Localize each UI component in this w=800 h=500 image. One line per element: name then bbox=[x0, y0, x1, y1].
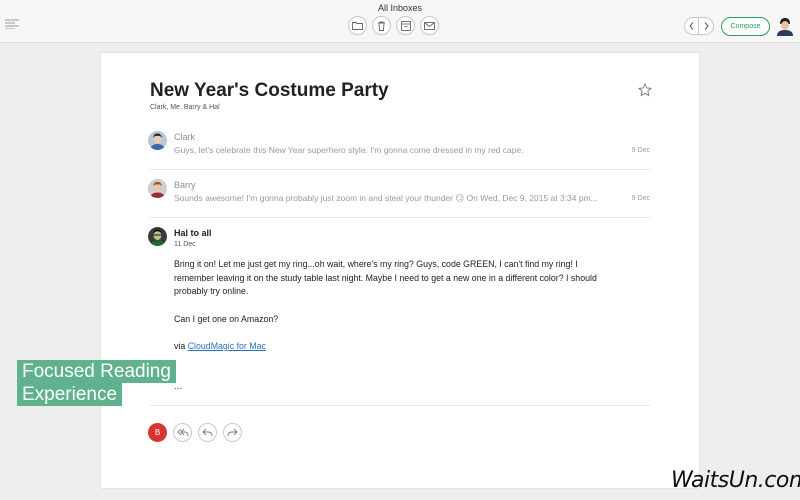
message-collapsed-barry[interactable]: Barry Sounds awesome! I'm gonna probably… bbox=[148, 179, 650, 218]
avatar bbox=[148, 227, 167, 246]
mark-unread-button[interactable] bbox=[420, 16, 439, 35]
delete-button[interactable] bbox=[372, 16, 391, 35]
email-subject: New Year's Costume Party bbox=[150, 80, 389, 101]
next-button[interactable] bbox=[699, 17, 714, 35]
message-preview: Sounds awesome! I'm gonna probably just … bbox=[174, 193, 598, 203]
move-to-folder-button[interactable] bbox=[348, 16, 367, 35]
reply-all-icon bbox=[176, 428, 188, 437]
archive-button[interactable] bbox=[396, 16, 415, 35]
message-date: 9 Dec bbox=[631, 147, 650, 154]
watermark: WaitsUn.com bbox=[671, 468, 800, 493]
reply-icon bbox=[202, 428, 213, 437]
folder-icon bbox=[352, 22, 363, 30]
trash-icon bbox=[378, 21, 385, 31]
archive-icon bbox=[400, 20, 411, 31]
message-expanded-hal: Hal to all 11 Dec Bring it on! Let me ju… bbox=[148, 227, 650, 407]
reply-actions: B bbox=[148, 423, 242, 442]
message-date: 9 Dec bbox=[631, 195, 650, 202]
forward-button[interactable] bbox=[223, 423, 242, 442]
message-collapsed-clark[interactable]: Clark Guys, let's celebrate this New Yea… bbox=[148, 131, 650, 170]
divider bbox=[150, 405, 650, 406]
participants: Clark, Me, Barry & Hal bbox=[150, 104, 220, 111]
message-navigation bbox=[684, 17, 714, 35]
envelope-icon bbox=[424, 21, 435, 30]
chevron-right-icon bbox=[704, 22, 709, 30]
message-paragraph: Bring it on! Let me just get my ring...o… bbox=[174, 259, 597, 296]
feature-caption: Focused Reading Experience bbox=[17, 360, 176, 406]
star-icon[interactable] bbox=[638, 83, 652, 97]
chevron-left-icon bbox=[689, 22, 694, 30]
caption-line: Focused Reading bbox=[17, 360, 176, 383]
message-sender: Clark bbox=[174, 132, 196, 142]
message-paragraph: Can I get one on Amazon? bbox=[174, 313, 279, 324]
message-actions bbox=[348, 16, 439, 35]
avatar bbox=[148, 131, 167, 150]
message-sender: Hal to all bbox=[174, 228, 212, 238]
reply-all-button[interactable] bbox=[173, 423, 192, 442]
user-avatar[interactable] bbox=[777, 18, 793, 36]
compose-button[interactable]: Compose bbox=[721, 17, 770, 36]
previous-button[interactable] bbox=[684, 17, 699, 35]
message-sender: Barry bbox=[174, 180, 196, 190]
cloudmagic-link[interactable]: CloudMagic for Mac bbox=[188, 341, 266, 351]
avatar bbox=[148, 179, 167, 198]
message-date: 11 Dec bbox=[174, 241, 196, 248]
signature-prefix: via bbox=[174, 341, 188, 351]
window-title: All Inboxes bbox=[377, 3, 423, 13]
message-body: Bring it on! Let me just get my ring...o… bbox=[174, 258, 614, 354]
sender-account-badge[interactable]: B bbox=[148, 423, 167, 442]
top-toolbar: All Inboxes Compose bbox=[0, 0, 800, 43]
email-card: New Year's Costume Party Clark, Me, Barr… bbox=[101, 53, 699, 488]
message-signature: via CloudMagic for Mac bbox=[174, 340, 614, 354]
reply-button[interactable] bbox=[198, 423, 217, 442]
caption-line: Experience bbox=[17, 383, 123, 406]
sidebar-menu-icon[interactable] bbox=[5, 19, 19, 29]
message-preview: Guys, let's celebrate this New Year supe… bbox=[174, 145, 524, 155]
forward-icon bbox=[227, 428, 238, 437]
